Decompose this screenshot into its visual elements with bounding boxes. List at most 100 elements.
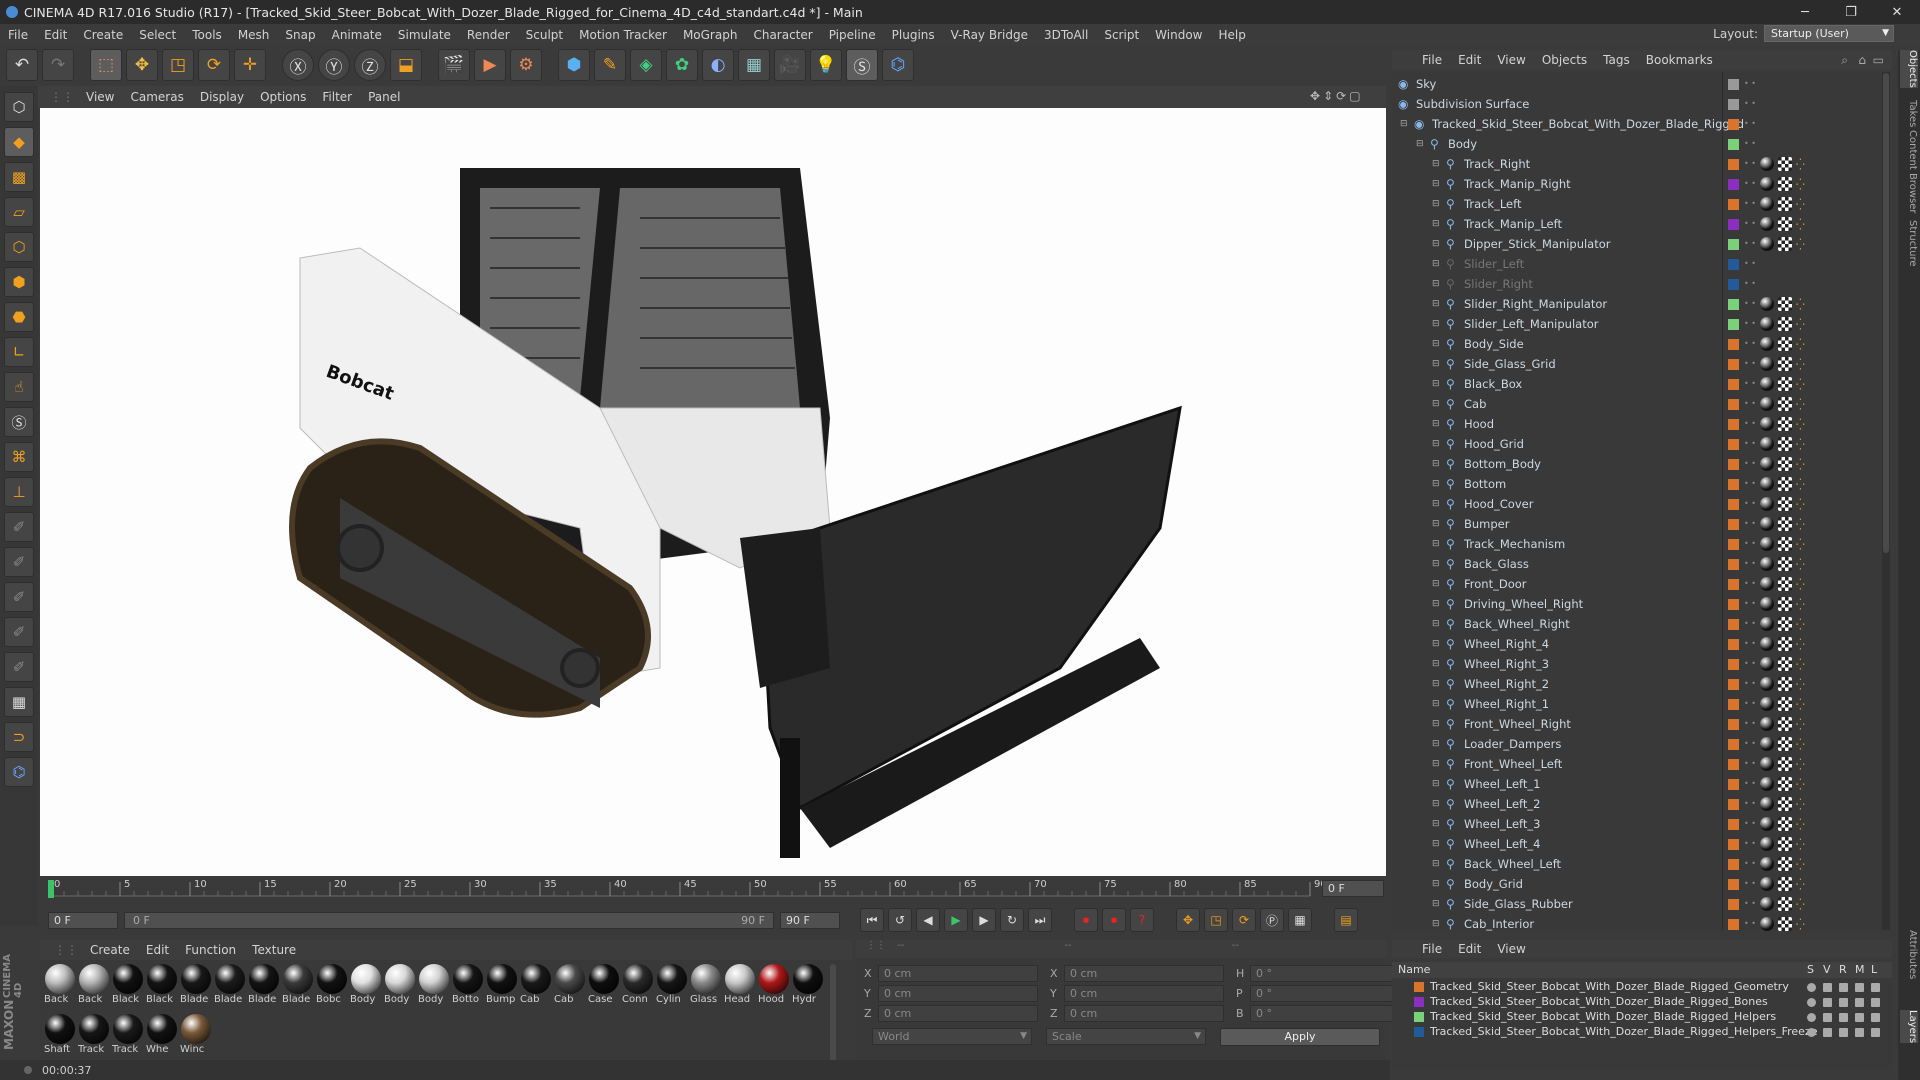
object-row[interactable]: ⊟ ⚲ Side_Glass_Grid • • ⁛ <box>1392 354 1890 374</box>
size-x-field[interactable]: 0 cm <box>1064 964 1224 982</box>
expand-toggle-icon[interactable]: ⊟ <box>1432 759 1440 769</box>
texture-tag-icon[interactable] <box>1778 417 1792 431</box>
subdivision-icon[interactable]: ◈ <box>630 49 662 81</box>
texture-tag-icon[interactable] <box>1778 537 1792 551</box>
viewport-menu-cameras[interactable]: Cameras <box>122 90 191 104</box>
end-frame-field[interactable]: 90 F <box>780 911 840 929</box>
phong-tag-icon[interactable]: ⁛ <box>1796 758 1805 771</box>
layer-row[interactable]: Tracked_Skid_Steer_Bobcat_With_Dozer_Bla… <box>1392 980 1882 995</box>
texture-tag-icon[interactable] <box>1778 457 1792 471</box>
key-rotate-icon[interactable]: ⟳ <box>1232 908 1256 932</box>
layer-color-chip[interactable] <box>1728 318 1739 330</box>
layer-color-chip[interactable] <box>1728 118 1739 130</box>
object-row[interactable]: ⊟ ⚲ Track_Mechanism • • ⁛ <box>1392 534 1890 554</box>
layer-color-chip[interactable] <box>1728 78 1739 90</box>
layer-color-chip[interactable] <box>1728 458 1739 470</box>
rotation-h-field[interactable]: 0 ° <box>1250 964 1400 982</box>
python-icon[interactable]: ⌬ <box>882 49 914 81</box>
visibility-dots-icon[interactable]: • • <box>1744 360 1756 368</box>
texture-tag-icon[interactable] <box>1778 857 1792 871</box>
phong-tag-icon[interactable]: ⁛ <box>1796 418 1805 431</box>
object-row[interactable]: ⊟ ⚲ Bumper • • ⁛ <box>1392 514 1890 534</box>
expand-toggle-icon[interactable]: ⊟ <box>1400 119 1408 129</box>
texture-tag-icon[interactable] <box>1778 317 1792 331</box>
visibility-dots-icon[interactable]: • • <box>1744 900 1756 908</box>
material-tag-icon[interactable] <box>1760 197 1774 211</box>
material-swatch[interactable]: Black <box>112 964 144 1010</box>
material-swatch[interactable]: Cab <box>520 964 552 1010</box>
texture-tag-icon[interactable] <box>1778 177 1792 191</box>
material-swatch[interactable]: Back <box>78 964 110 1010</box>
next-key-icon[interactable]: ↻ <box>1000 908 1024 932</box>
side-tab-structure[interactable]: Structure <box>1900 220 1918 267</box>
key-move-icon[interactable]: ✥ <box>1176 908 1200 932</box>
object-row[interactable]: ⊟ ⚲ Wheel_Right_4 • • ⁛ <box>1392 634 1890 654</box>
material-swatch[interactable]: Bobc <box>316 964 348 1010</box>
material-swatch[interactable]: Winc <box>180 1014 212 1060</box>
object-row[interactable]: ⊟ ⚲ Dipper_Stick_Manipulator • • ⁛ <box>1392 234 1890 254</box>
expand-toggle-icon[interactable]: ⊟ <box>1432 719 1440 729</box>
object-row[interactable]: ⊟ ⚲ Body_Grid • • ⁛ <box>1392 874 1890 894</box>
object-row[interactable]: ⊟ ⚲ Hood • • ⁛ <box>1392 414 1890 434</box>
layer-color-chip[interactable] <box>1728 518 1739 530</box>
material-swatch[interactable]: Blade <box>248 964 280 1010</box>
maximize-button[interactable]: ❐ <box>1828 0 1874 24</box>
material-menu-texture[interactable]: Texture <box>244 943 304 957</box>
material-swatch[interactable]: Track <box>78 1014 110 1060</box>
layer-color-chip[interactable] <box>1728 178 1739 190</box>
phong-tag-icon[interactable]: ⁛ <box>1796 798 1805 811</box>
phong-tag-icon[interactable]: ⁛ <box>1796 398 1805 411</box>
brush-3-icon[interactable]: ✐ <box>4 582 34 612</box>
magnet-icon[interactable]: ⌘ <box>4 442 34 472</box>
z-axis-icon[interactable]: Ⓩ <box>354 49 386 81</box>
layer-color-chip[interactable] <box>1728 918 1739 930</box>
visibility-dots-icon[interactable]: • • <box>1744 700 1756 708</box>
object-row[interactable]: ⊟ ◉ Tracked_Skid_Steer_Bobcat_With_Dozer_B… <box>1392 114 1890 134</box>
visibility-dots-icon[interactable]: • • <box>1744 400 1756 408</box>
visibility-dots-icon[interactable]: • • <box>1744 620 1756 628</box>
visibility-dots-icon[interactable]: • • <box>1744 600 1756 608</box>
light-icon[interactable]: 💡 <box>810 49 842 81</box>
visibility-dots-icon[interactable]: • • <box>1744 200 1756 208</box>
visibility-dots-icon[interactable]: • • <box>1744 780 1756 788</box>
texture-tag-icon[interactable] <box>1778 197 1792 211</box>
expand-toggle-icon[interactable]: ⊟ <box>1432 199 1440 209</box>
brush-2-icon[interactable]: ✐ <box>4 547 34 577</box>
layer-color-chip[interactable] <box>1728 858 1739 870</box>
material-tag-icon[interactable] <box>1760 697 1774 711</box>
visibility-dots-icon[interactable]: • • <box>1744 760 1756 768</box>
viewport-menu-options[interactable]: Options <box>252 90 314 104</box>
layer-color-chip[interactable] <box>1728 258 1739 270</box>
object-row[interactable]: ⊟ ⚲ Front_Wheel_Right • • ⁛ <box>1392 714 1890 734</box>
visibility-dots-icon[interactable]: • • <box>1744 460 1756 468</box>
material-swatch[interactable]: Hood <box>758 964 790 1010</box>
texture-tag-icon[interactable] <box>1778 897 1792 911</box>
frame-range-slider[interactable]: 0 F 90 F <box>124 911 774 929</box>
phong-tag-icon[interactable]: ⁛ <box>1796 578 1805 591</box>
visibility-dots-icon[interactable]: • • <box>1744 160 1756 168</box>
visibility-dots-icon[interactable]: • • <box>1744 320 1756 328</box>
phong-tag-icon[interactable]: ⁛ <box>1796 858 1805 871</box>
object-row[interactable]: ⊟ ⚲ Slider_Left • • <box>1392 254 1890 274</box>
expand-toggle-icon[interactable]: ⊟ <box>1432 239 1440 249</box>
texture-tag-icon[interactable] <box>1778 237 1792 251</box>
layer-flag-icon[interactable] <box>1807 983 1816 992</box>
move-icon[interactable]: ✥ <box>126 49 158 81</box>
play-icon[interactable]: ▶ <box>944 908 968 932</box>
material-tag-icon[interactable] <box>1760 737 1774 751</box>
layer-color-chip[interactable] <box>1414 1012 1424 1022</box>
layer-color-chip[interactable] <box>1728 678 1739 690</box>
objects-menu-bookmarks[interactable]: Bookmarks <box>1638 53 1721 67</box>
undo-icon[interactable]: ↶ <box>6 49 38 81</box>
timeline-editor-icon[interactable]: ▤ <box>1334 908 1358 932</box>
material-tag-icon[interactable] <box>1760 537 1774 551</box>
layer-flag-icon[interactable] <box>1807 1028 1816 1037</box>
array-icon[interactable]: ✿ <box>666 49 698 81</box>
object-row[interactable]: ⊟ ⚲ Back_Glass • • ⁛ <box>1392 554 1890 574</box>
phong-tag-icon[interactable]: ⁛ <box>1796 778 1805 791</box>
material-swatch[interactable]: Shaft <box>44 1014 76 1060</box>
material-tag-icon[interactable] <box>1760 917 1774 931</box>
viewport-menu-view[interactable]: View <box>78 90 122 104</box>
texture-tag-icon[interactable] <box>1778 497 1792 511</box>
layers-menu-edit[interactable]: Edit <box>1450 942 1489 956</box>
